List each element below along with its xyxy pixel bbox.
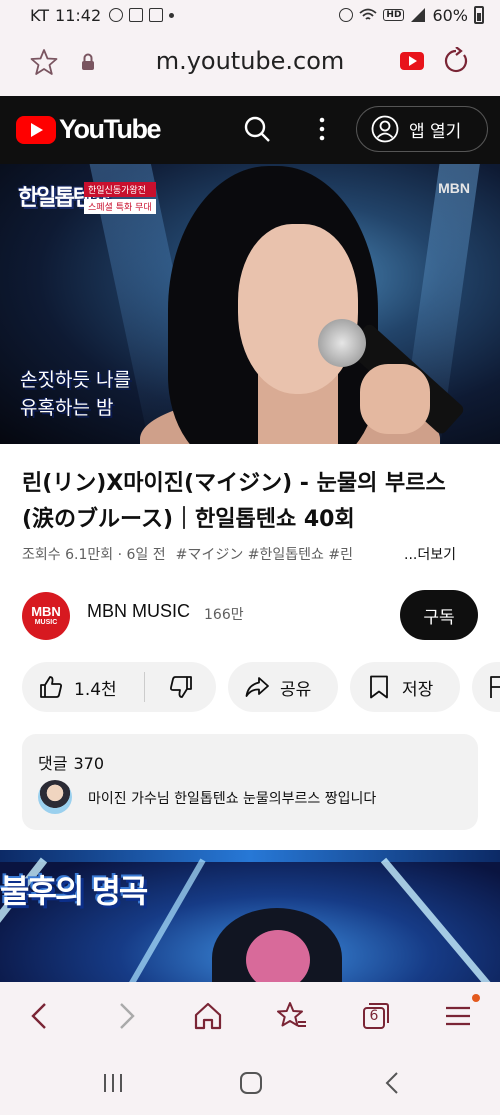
account-icon <box>371 115 399 143</box>
bookmark-icon <box>370 675 388 699</box>
system-nav-bar <box>0 1050 500 1115</box>
reload-icon[interactable] <box>442 47 470 75</box>
youtube-logo[interactable]: YouTube <box>16 114 161 145</box>
save-label: 저장 <box>402 679 434 700</box>
performer-face <box>246 930 310 982</box>
recent-apps-icon[interactable] <box>100 1070 126 1096</box>
browser-url-bar: m.youtube.com <box>0 30 500 96</box>
menu-icon[interactable] <box>442 1000 474 1032</box>
menu-notification-dot <box>472 994 480 1002</box>
comments-panel[interactable]: 댓글 370 마이진 가수님 한일톱텐쇼 눈물의부르스 짱입니다 <box>22 734 478 830</box>
dislike-button[interactable] <box>145 662 216 712</box>
battery-icon <box>474 6 484 24</box>
tabs-button[interactable]: 6 <box>360 1000 392 1032</box>
view-count: 조회수 6.1만회 · 6일 전 <box>22 547 166 563</box>
channel-name[interactable]: MBN MUSIC <box>87 601 190 622</box>
lock-icon[interactable] <box>80 53 96 71</box>
caption-line: 손짓하듯 나를 <box>20 369 131 391</box>
search-icon[interactable] <box>242 114 272 144</box>
video-meta[interactable]: 조회수 6.1만회 · 6일 전 #マイジン #한일톱텐쇼 #린 ...더보기 <box>22 544 478 566</box>
wifi-icon <box>359 8 378 20</box>
comments-count: 370 <box>73 754 104 773</box>
flag-icon <box>490 676 500 698</box>
youtube-header: YouTube 앱 열기 <box>0 96 500 164</box>
notification-icon <box>149 8 164 22</box>
address-field[interactable]: m.youtube.com <box>110 47 390 75</box>
save-button[interactable]: 저장 <box>350 662 460 712</box>
avatar-text: MBN <box>31 604 61 619</box>
sol-bank-icon <box>109 8 124 22</box>
signal-icon <box>411 8 426 22</box>
back-icon[interactable] <box>24 1000 56 1032</box>
caption-line: 유혹하는 밤 <box>20 397 114 419</box>
bookmark-star-icon[interactable] <box>30 48 58 76</box>
youtube-wordmark: YouTube <box>59 114 161 144</box>
video-player[interactable]: 한일톱텐쇼 한일신동가왕전 스페셜 특화 무대 MBN 손짓하듯 나를 유혹하는… <box>0 164 500 444</box>
show-tags: 한일신동가왕전 스페셜 특화 무대 <box>84 182 156 214</box>
system-back-icon[interactable] <box>380 1070 406 1096</box>
action-row: 1.4천 공유 저장 <box>0 662 500 712</box>
home-button-icon[interactable] <box>238 1070 264 1096</box>
more-actions-button[interactable] <box>472 662 500 712</box>
light-ray <box>380 857 500 982</box>
singer-face <box>238 224 358 394</box>
youtube-play-icon <box>16 115 56 144</box>
share-button[interactable]: 공유 <box>228 662 338 712</box>
video-caption: 손짓하듯 나를 유혹하는 밤 <box>20 366 131 422</box>
more-vert-icon[interactable] <box>312 114 332 144</box>
thumb-down-icon <box>169 676 192 698</box>
battery-percent: 60% <box>432 5 468 25</box>
more-description-link[interactable]: ...더보기 <box>398 544 456 564</box>
comments-header: 댓글 370 <box>38 750 104 774</box>
more-notifications-icon <box>169 12 175 18</box>
home-icon[interactable] <box>192 1000 224 1032</box>
avatar-text: MUSIC <box>34 619 58 626</box>
singer-hand <box>360 364 430 434</box>
comments-label: 댓글 <box>38 754 68 773</box>
hashtags[interactable]: #マイジン #한일톱텐쇼 #린 <box>176 544 368 564</box>
share-label: 공유 <box>280 679 312 700</box>
show-tag: 한일신동가왕전 <box>84 182 156 197</box>
channel-avatar[interactable]: MBN MUSIC <box>22 592 70 640</box>
subscriber-count: 166만 <box>204 607 244 623</box>
channel-row: MBN MUSIC MBN MUSIC 166만 구독 <box>0 588 500 644</box>
commenter-avatar <box>38 780 72 814</box>
status-bar: KT 11:42 HD 60% <box>0 0 500 30</box>
share-icon <box>245 677 269 697</box>
video-title[interactable]: 린(リン)X마이진(マイジン) - 눈물의 부르스 (涙のブルース)｜한일톱텐쇼… <box>22 466 478 538</box>
next-video-heading: 불후의 명곡 <box>0 872 148 910</box>
hd-badge: HD <box>383 9 405 21</box>
bookmarks-icon[interactable] <box>276 1000 308 1032</box>
gallery-icon <box>129 8 144 22</box>
alarm-icon <box>339 8 354 22</box>
notification-icons <box>109 8 175 22</box>
browser-bottom-nav: 6 <box>0 982 500 1050</box>
forward-icon[interactable] <box>110 1000 142 1032</box>
thumb-up-icon <box>40 676 62 698</box>
show-tag: 스페셜 특화 무대 <box>84 199 156 214</box>
youtube-app-icon[interactable] <box>400 52 424 70</box>
tab-count: 6 <box>369 1008 379 1024</box>
carrier-label: KT <box>30 5 50 25</box>
open-app-label: 앱 열기 <box>409 121 462 142</box>
stage-band <box>0 850 500 862</box>
top-comment: 마이진 가수님 한일톱텐쇼 눈물의부르스 짱입니다 <box>88 791 377 807</box>
clock: 11:42 <box>55 5 102 25</box>
like-count: 1.4천 <box>74 679 117 700</box>
microphone-head <box>318 319 366 367</box>
like-dislike-pill: 1.4천 <box>22 662 216 712</box>
broadcaster-watermark: MBN <box>438 180 470 196</box>
next-video-thumbnail[interactable]: 불후의 명곡 <box>0 850 500 982</box>
subscribe-button[interactable]: 구독 <box>400 590 478 640</box>
open-app-button[interactable]: 앱 열기 <box>356 106 488 152</box>
system-status-icons: HD 60% <box>339 6 484 25</box>
like-button[interactable]: 1.4천 <box>22 662 144 712</box>
